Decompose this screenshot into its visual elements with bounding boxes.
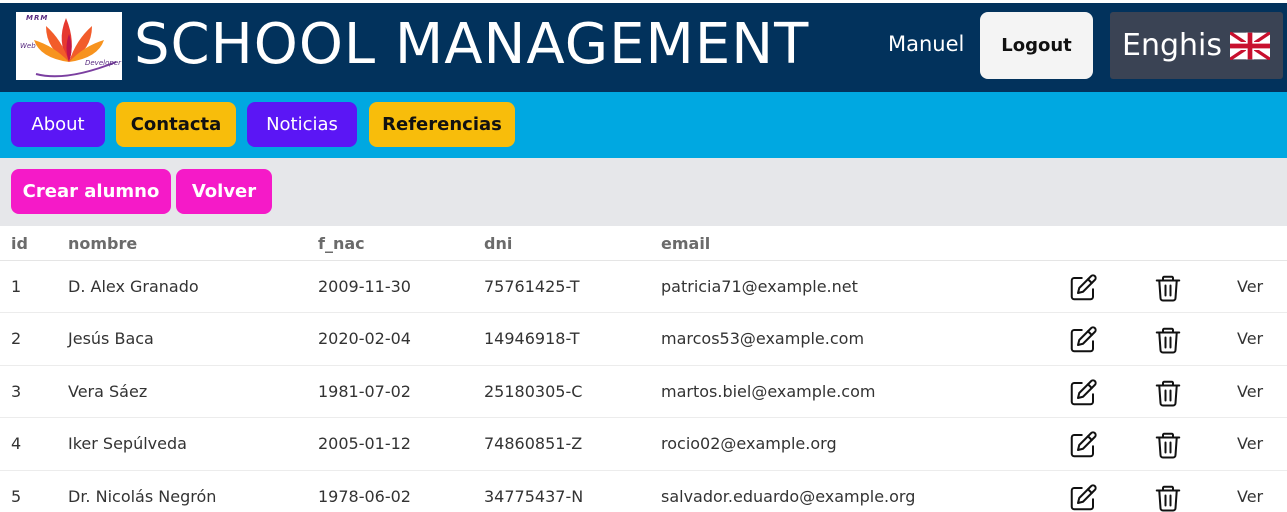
trash-icon[interactable] xyxy=(1153,430,1183,460)
cell-email: patricia71@example.net xyxy=(661,277,858,296)
cell-f-nac: 1981-07-02 xyxy=(318,381,411,401)
logo: MRM Web Developer xyxy=(16,12,122,80)
cell-dni: 14946918-T xyxy=(484,329,580,349)
column-header-dni: dni xyxy=(484,234,513,253)
nav-referencias-button[interactable]: Referencias xyxy=(369,102,515,147)
view-link[interactable]: Ver xyxy=(1237,382,1263,401)
view-link[interactable]: Ver xyxy=(1237,277,1263,296)
cell-nombre: D. Alex Granado xyxy=(68,277,199,296)
uk-flag-icon xyxy=(1230,31,1270,60)
logout-button[interactable]: Logout xyxy=(980,12,1093,79)
actions-bar: Crear alumno Volver xyxy=(0,158,1287,226)
logo-top-text: MRM xyxy=(26,14,49,22)
column-header-f-nac: f_nac xyxy=(318,234,365,253)
trash-icon[interactable] xyxy=(1153,378,1183,408)
edit-icon[interactable] xyxy=(1068,378,1098,408)
cell-nombre: Jesús Baca xyxy=(68,329,154,349)
trash-icon[interactable] xyxy=(1153,483,1183,512)
app-title: SCHOOL MANAGEMENT xyxy=(134,12,810,77)
nav-about-button[interactable]: About xyxy=(11,102,105,147)
edit-icon[interactable] xyxy=(1068,483,1098,512)
cell-id: 1 xyxy=(11,277,22,296)
students-table: id nombre f_nac dni email 1 D. Alex Gran… xyxy=(0,226,1287,512)
column-header-nombre: nombre xyxy=(68,234,138,253)
nav-bar: About Contacta Noticias Referencias xyxy=(0,92,1287,158)
logo-right-text: Developer xyxy=(84,59,121,67)
cell-id: 4 xyxy=(11,434,22,454)
table-row: 2 Jesús Baca 2020-02-04 14946918-T marco… xyxy=(0,313,1287,366)
cell-id: 3 xyxy=(11,381,22,401)
table-header: id nombre f_nac dni email xyxy=(0,226,1287,261)
cell-dni: 75761425-T xyxy=(484,277,580,296)
logo-left-text: Web xyxy=(20,42,36,50)
cell-email: rocio02@example.org xyxy=(661,434,837,454)
edit-icon[interactable] xyxy=(1068,273,1098,303)
column-header-id: id xyxy=(11,234,28,253)
table-row: 5 Dr. Nicolás Negrón 1978-06-02 34775437… xyxy=(0,471,1287,512)
cell-dni: 25180305-C xyxy=(484,381,583,401)
cell-dni: 74860851-Z xyxy=(484,434,583,454)
cell-f-nac: 2005-01-12 xyxy=(318,434,411,454)
language-button[interactable]: Enghis xyxy=(1110,12,1283,79)
edit-icon[interactable] xyxy=(1068,430,1098,460)
nav-contacta-button[interactable]: Contacta xyxy=(116,102,236,147)
table-row: 3 Vera Sáez 1981-07-02 25180305-C martos… xyxy=(0,366,1287,419)
trash-icon[interactable] xyxy=(1153,325,1183,355)
table-row: 1 D. Alex Granado 2009-11-30 75761425-T … xyxy=(0,261,1287,314)
language-label: Enghis xyxy=(1122,28,1222,63)
create-student-button[interactable]: Crear alumno xyxy=(11,169,171,214)
cell-email: marcos53@example.com xyxy=(661,329,865,349)
view-link[interactable]: Ver xyxy=(1237,329,1263,348)
cell-id: 2 xyxy=(11,329,22,349)
cell-nombre: Iker Sepúlveda xyxy=(68,434,187,454)
view-link[interactable]: Ver xyxy=(1237,434,1263,453)
table-body: 1 D. Alex Granado 2009-11-30 75761425-T … xyxy=(0,261,1287,512)
nav-noticias-button[interactable]: Noticias xyxy=(247,102,357,147)
trash-icon[interactable] xyxy=(1153,273,1183,303)
cell-nombre: Vera Sáez xyxy=(68,381,148,401)
view-link[interactable]: Ver xyxy=(1237,487,1263,506)
cell-email: martos.biel@example.com xyxy=(661,381,876,401)
cell-dni: 34775437-N xyxy=(484,486,584,506)
cell-f-nac: 1978-06-02 xyxy=(318,486,411,506)
cell-email: salvador.eduardo@example.org xyxy=(661,486,916,506)
cell-f-nac: 2009-11-30 xyxy=(318,277,411,296)
edit-icon[interactable] xyxy=(1068,325,1098,355)
cell-nombre: Dr. Nicolás Negrón xyxy=(68,486,217,506)
column-header-email: email xyxy=(661,234,711,253)
table-row: 4 Iker Sepúlveda 2005-01-12 74860851-Z r… xyxy=(0,418,1287,471)
cell-id: 5 xyxy=(11,486,22,506)
back-button[interactable]: Volver xyxy=(176,169,272,214)
app-header: MRM Web Developer SCHOOL MANAGEMENT Manu… xyxy=(0,0,1287,92)
user-name: Manuel xyxy=(888,32,965,56)
cell-f-nac: 2020-02-04 xyxy=(318,329,411,349)
